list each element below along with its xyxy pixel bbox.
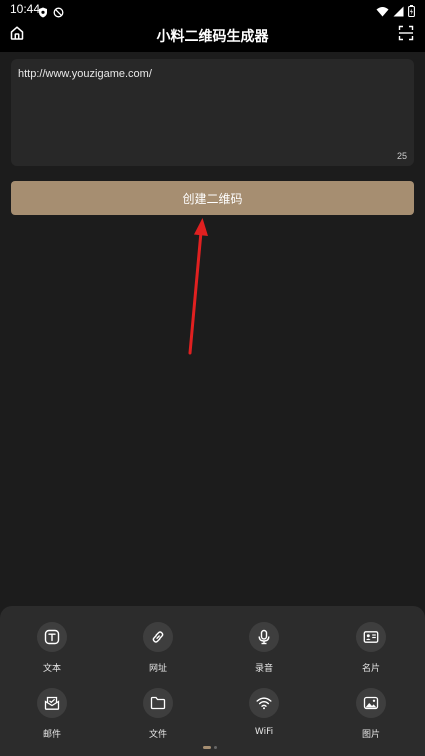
page-title: 小料二维码生成器: [156, 29, 269, 45]
type-audio-button[interactable]: 录音: [214, 622, 314, 678]
folder-icon: [143, 688, 173, 718]
type-link-button[interactable]: 网址: [108, 622, 208, 678]
type-label: 图片: [361, 730, 380, 740]
page-indicator: [203, 746, 217, 749]
scan-icon: [398, 25, 414, 45]
app-header: 小料二维码生成器: [0, 18, 425, 52]
page-dot: [214, 746, 217, 749]
microphone-icon: [249, 622, 279, 652]
status-bar: 10:44: [0, 0, 425, 18]
input-value: http://www.youzigame.com/: [18, 68, 152, 80]
status-time: 10:44: [10, 2, 41, 16]
text-icon: [37, 622, 67, 652]
type-label: 网址: [148, 664, 167, 674]
type-label: 文本: [42, 664, 61, 674]
type-wifi-button[interactable]: WiFi: [214, 688, 314, 744]
link-icon: [143, 622, 173, 652]
main-content: http://www.youzigame.com/ 25 创建二维码 文本 网址…: [0, 52, 425, 756]
type-file-button[interactable]: 文件: [108, 688, 208, 744]
content-input[interactable]: http://www.youzigame.com/ 25: [11, 59, 414, 166]
type-card-button[interactable]: 名片: [321, 622, 421, 678]
type-text-button[interactable]: 文本: [2, 622, 102, 678]
type-image-button[interactable]: 图片: [321, 688, 421, 744]
type-label: 名片: [361, 664, 380, 674]
type-panel: 文本 网址 录音 名片 邮件 文件 WiFi 图片: [0, 606, 425, 756]
type-label: 邮件: [42, 730, 61, 740]
business-card-icon: [356, 622, 386, 652]
page-dot-active: [203, 746, 211, 749]
annotation-arrow: [188, 218, 208, 355]
image-icon: [356, 688, 386, 718]
mail-icon: [37, 688, 67, 718]
scan-button[interactable]: [395, 24, 417, 46]
type-label: 文件: [148, 730, 167, 740]
type-mail-button[interactable]: 邮件: [2, 688, 102, 744]
char-count: 25: [396, 151, 407, 161]
wifi-icon: [249, 688, 279, 718]
type-label: 录音: [254, 664, 273, 674]
create-qrcode-button[interactable]: 创建二维码: [11, 181, 414, 215]
type-label: WiFi: [254, 727, 274, 737]
